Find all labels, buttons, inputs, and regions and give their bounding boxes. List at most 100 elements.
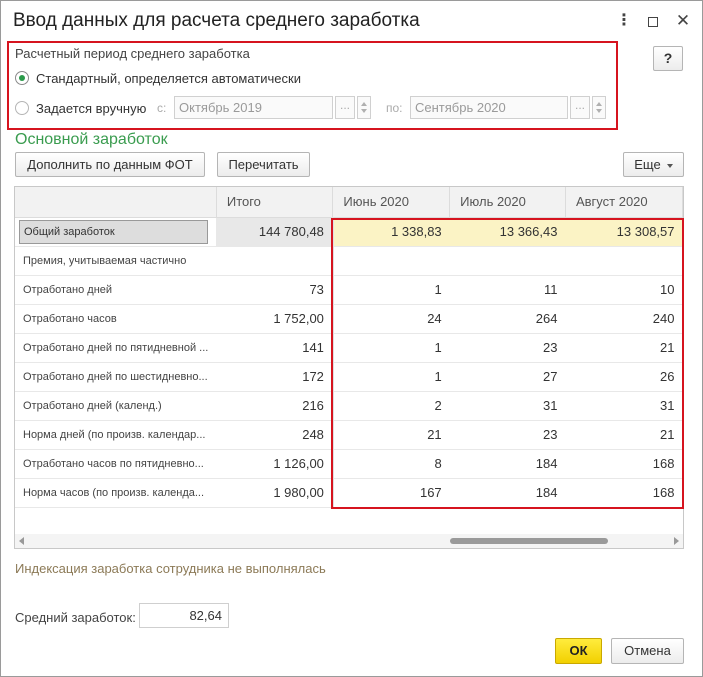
period-from-select-button[interactable]: ... xyxy=(335,96,355,119)
period-to-spinner[interactable] xyxy=(592,96,606,119)
table-header-row: Итого Июнь 2020 Июль 2020 Август 2020 xyxy=(15,187,683,218)
row-label[interactable]: Отработано дней xyxy=(15,275,217,305)
period-label: Расчетный период среднего заработка xyxy=(15,46,250,61)
month-cell[interactable]: 31 xyxy=(449,391,566,421)
radio-auto-row[interactable]: Стандартный, определяется автоматически xyxy=(15,68,301,88)
month-cell[interactable]: 31 xyxy=(565,391,683,421)
table-row[interactable]: Норма дней (по произв. календар... 248 21 2… xyxy=(15,420,683,450)
total-cell[interactable]: 141 xyxy=(216,333,334,363)
from-label: с: xyxy=(157,101,167,115)
month-cell[interactable]: 167 xyxy=(332,478,450,508)
table-row[interactable]: Премия, учитываемая частично xyxy=(15,246,683,276)
table-row[interactable]: Отработано дней 73 1 11 10 xyxy=(15,275,683,305)
total-cell[interactable]: 172 xyxy=(216,362,334,392)
cancel-button[interactable]: Отмена xyxy=(611,638,684,664)
table-row[interactable]: Отработано часов 1 752,00 24 264 240 xyxy=(15,304,683,334)
ok-button[interactable]: ОК xyxy=(555,638,602,664)
month-cell[interactable]: 13 366,43 xyxy=(449,217,566,247)
month-cell[interactable]: 21 xyxy=(565,420,683,450)
month-cell[interactable] xyxy=(332,246,450,276)
month-cell[interactable]: 11 xyxy=(449,275,566,305)
radio-auto[interactable] xyxy=(15,71,29,85)
month-cell[interactable] xyxy=(449,246,566,276)
row-label[interactable]: Отработано часов xyxy=(15,304,217,334)
month-cell[interactable]: 1 338,83 xyxy=(332,217,450,247)
row-label[interactable]: Отработано часов по пятидневно... xyxy=(15,449,217,479)
table-row[interactable]: Общий заработок 144 780,48 1 338,83 13 366,… xyxy=(15,217,683,247)
table-row[interactable]: Норма часов (по произв. календа... 1 980,… xyxy=(15,478,683,508)
month-cell[interactable]: 184 xyxy=(449,478,566,508)
fill-from-fot-button[interactable]: Дополнить по данным ФОТ xyxy=(15,152,205,177)
total-cell[interactable]: 144 780,48 xyxy=(216,217,334,247)
column-header[interactable]: Июль 2020 xyxy=(449,187,566,218)
month-cell[interactable]: 168 xyxy=(565,449,683,479)
month-cell[interactable]: 23 xyxy=(449,333,566,363)
period-from-input[interactable]: Октябрь 2019 xyxy=(174,96,333,119)
month-cell[interactable]: 23 xyxy=(449,420,566,450)
period-from-spinner[interactable] xyxy=(357,96,371,119)
month-cell[interactable]: 2 xyxy=(332,391,450,421)
to-label: по: xyxy=(386,101,403,115)
scroll-left-icon[interactable] xyxy=(19,537,24,545)
month-cell[interactable]: 21 xyxy=(565,333,683,363)
row-label[interactable]: Отработано дней по шестидневно... xyxy=(15,362,217,392)
month-cell[interactable]: 10 xyxy=(565,275,683,305)
row-label[interactable]: Общий заработок xyxy=(15,217,217,247)
month-cell[interactable]: 184 xyxy=(449,449,566,479)
dialog-title: Ввод данных для расчета среднего заработ… xyxy=(13,10,420,31)
dialog-window: Ввод данных для расчета среднего заработ… xyxy=(0,0,703,677)
total-cell[interactable]: 1 752,00 xyxy=(216,304,334,334)
total-cell[interactable] xyxy=(216,246,334,276)
month-cell[interactable]: 1 xyxy=(332,362,450,392)
total-cell[interactable]: 1 126,00 xyxy=(216,449,334,479)
month-cell[interactable]: 240 xyxy=(565,304,683,334)
row-label[interactable]: Отработано дней по пятидневной ... xyxy=(15,333,217,363)
month-cell[interactable]: 264 xyxy=(449,304,566,334)
column-header[interactable] xyxy=(15,187,217,218)
month-cell[interactable]: 24 xyxy=(332,304,450,334)
radio-auto-label: Стандартный, определяется автоматически xyxy=(36,70,301,86)
maximize-icon[interactable] xyxy=(645,11,661,31)
table-row[interactable]: Отработано часов по пятидневно... 1 126,0… xyxy=(15,449,683,479)
help-button[interactable]: ? xyxy=(653,46,683,71)
month-cell[interactable]: 168 xyxy=(565,478,683,508)
scrollbar-thumb[interactable] xyxy=(450,538,608,544)
month-cell[interactable]: 8 xyxy=(332,449,450,479)
table-row[interactable]: Отработано дней по пятидневной ... 141 1 23… xyxy=(15,333,683,363)
more-menu-icon[interactable]: ⋮ xyxy=(616,11,632,31)
recalc-button[interactable]: Перечитать xyxy=(217,152,310,177)
row-label-text: Общий заработок xyxy=(19,219,209,244)
total-cell[interactable]: 73 xyxy=(216,275,334,305)
month-cell[interactable]: 1 xyxy=(332,275,450,305)
month-cell[interactable]: 21 xyxy=(332,420,450,450)
row-label[interactable]: Премия, учитываемая частично xyxy=(15,246,217,276)
earnings-table: Итого Июнь 2020 Июль 2020 Август 2020 Об… xyxy=(14,186,684,549)
month-cell[interactable]: 13 308,57 xyxy=(565,217,683,247)
month-cell[interactable] xyxy=(565,246,683,276)
period-to-input[interactable]: Сентябрь 2020 xyxy=(410,96,568,119)
average-earnings-field[interactable]: 82,64 xyxy=(139,603,229,628)
total-cell[interactable]: 1 980,00 xyxy=(216,478,334,508)
more-button[interactable]: Еще xyxy=(623,152,684,177)
radio-manual[interactable] xyxy=(15,101,29,115)
table-row[interactable]: Отработано дней по шестидневно... 172 1 27 2… xyxy=(15,362,683,392)
month-cell[interactable]: 26 xyxy=(565,362,683,392)
table-row[interactable]: Отработано дней (календ.) 216 2 31 31 xyxy=(15,391,683,421)
row-label[interactable]: Норма дней (по произв. календар... xyxy=(15,420,217,450)
row-label[interactable]: Отработано дней (календ.) xyxy=(15,391,217,421)
close-icon[interactable]: ✕ xyxy=(675,11,691,31)
column-header[interactable]: Июнь 2020 xyxy=(332,187,451,218)
chevron-down-icon xyxy=(666,163,673,168)
total-cell[interactable]: 216 xyxy=(216,391,334,421)
horizontal-scrollbar[interactable] xyxy=(15,534,683,548)
total-cell[interactable]: 248 xyxy=(216,420,334,450)
month-cell[interactable]: 27 xyxy=(449,362,566,392)
column-header[interactable]: Итого xyxy=(216,187,334,218)
month-cell[interactable]: 1 xyxy=(332,333,450,363)
column-header[interactable]: Август 2020 xyxy=(565,187,683,218)
row-label[interactable]: Норма часов (по произв. календа... xyxy=(15,478,217,508)
scroll-right-icon[interactable] xyxy=(674,537,679,545)
average-label: Средний заработок: xyxy=(15,610,136,625)
period-to-select-button[interactable]: ... xyxy=(570,96,590,119)
radio-manual-row[interactable]: Задается вручную xyxy=(15,98,146,118)
